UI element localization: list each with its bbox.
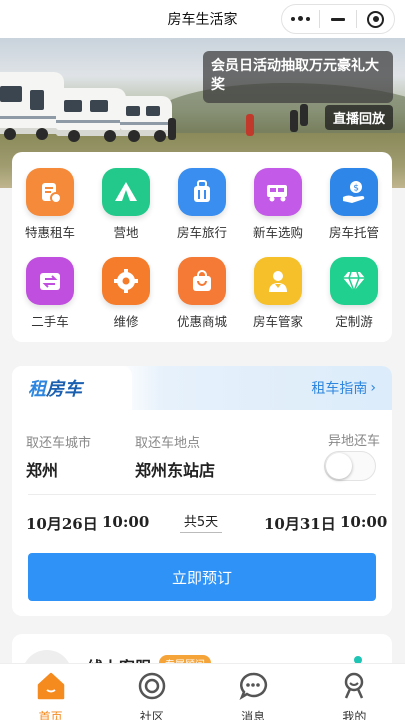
exchange-icon bbox=[26, 257, 74, 305]
tab-label: 我的 bbox=[342, 710, 367, 720]
category-label: 新车选购 bbox=[252, 225, 303, 240]
category-item[interactable]: 二手车 bbox=[12, 257, 88, 330]
minimize-icon bbox=[331, 17, 345, 21]
return-date[interactable]: 10月31日 bbox=[264, 513, 336, 534]
category-label: 营地 bbox=[113, 225, 139, 240]
category-item[interactable]: $ 房车托管 bbox=[316, 168, 392, 241]
tab-label: 消息 bbox=[241, 710, 266, 720]
gear-icon bbox=[102, 257, 150, 305]
chevron-right-icon: › bbox=[370, 380, 376, 396]
tab-label: 社区 bbox=[139, 710, 164, 720]
category-label: 定制游 bbox=[335, 314, 373, 329]
remote-return-toggle[interactable] bbox=[324, 451, 376, 481]
mini-program-capsule bbox=[281, 4, 395, 34]
pickup-location-value[interactable]: 郑州东站店 bbox=[135, 457, 215, 481]
category-label: 房车托管 bbox=[328, 225, 379, 240]
remote-return-label: 异地还车 bbox=[327, 434, 380, 449]
pickup-city-value[interactable]: 郑州 bbox=[26, 457, 58, 481]
page: 房车生活家 会员日活动抽取万元豪礼大奖 直播回放 特惠租车 营地 房车旅行 新车… bbox=[0, 0, 405, 720]
banner-rv-image bbox=[56, 88, 126, 142]
banner-rv-image bbox=[0, 72, 64, 140]
pickup-time[interactable]: 10:00 bbox=[102, 513, 149, 531]
return-time[interactable]: 10:00 bbox=[340, 513, 387, 531]
rv-cart-icon bbox=[254, 168, 302, 216]
pickup-date[interactable]: 10月26日 bbox=[26, 513, 98, 534]
svg-text:$: $ bbox=[353, 184, 359, 194]
category-label: 特惠租车 bbox=[24, 225, 75, 240]
shopping-bag-icon bbox=[178, 257, 226, 305]
category-item[interactable]: 特惠租车 bbox=[12, 168, 88, 241]
rent-divider bbox=[28, 494, 376, 495]
live-announcement: 会员日活动抽取万元豪礼大奖 bbox=[203, 51, 393, 103]
banner-person bbox=[168, 118, 176, 140]
camp-tent-icon bbox=[102, 168, 150, 216]
banner-person bbox=[246, 114, 254, 136]
tab-label: 首页 bbox=[38, 710, 63, 720]
tab-community[interactable]: 社区 bbox=[101, 664, 202, 720]
category-item[interactable]: 营地 bbox=[88, 168, 164, 241]
category-grid-card: 特惠租车 营地 房车旅行 新车选购 $ 房车托管二手车 维修 优惠商城 房车管家 定制游 bbox=[12, 152, 392, 342]
rent-title-part2: 房车 bbox=[46, 379, 82, 400]
rent-card-header: 租房车 租车指南 › bbox=[12, 366, 392, 410]
title-bar: 房车生活家 bbox=[0, 0, 405, 38]
live-replay-button[interactable]: 直播回放 bbox=[324, 105, 393, 130]
pickup-city-label: 取还车城市 bbox=[26, 436, 92, 451]
book-now-button[interactable]: 立即预订 bbox=[28, 553, 376, 601]
category-label: 二手车 bbox=[31, 314, 69, 329]
more-button[interactable] bbox=[282, 5, 319, 33]
tab-message[interactable]: 消息 bbox=[203, 664, 304, 720]
category-item[interactable]: 定制游 bbox=[316, 257, 392, 330]
community-icon bbox=[136, 670, 168, 706]
hand-coin-icon: $ bbox=[330, 168, 378, 216]
more-dots-icon bbox=[290, 16, 310, 22]
rent-rv-card: 租房车 租车指南 › 取还车城市 郑州 取还车地点 郑州东站店 异地还车 10月… bbox=[12, 366, 392, 616]
category-item[interactable]: 房车旅行 bbox=[164, 168, 240, 241]
close-target-icon bbox=[367, 10, 385, 28]
page-title: 房车生活家 bbox=[167, 12, 238, 28]
bottom-tab-bar: 首页 社区 消息 我的 bbox=[0, 663, 405, 720]
category-item[interactable]: 优惠商城 bbox=[164, 257, 240, 330]
tab-profile[interactable]: 我的 bbox=[304, 664, 405, 720]
rent-car-icon bbox=[26, 168, 74, 216]
home-icon bbox=[35, 670, 67, 706]
category-item[interactable]: 房车管家 bbox=[240, 257, 316, 330]
close-mini-program-button[interactable] bbox=[357, 5, 394, 33]
category-item[interactable]: 维修 bbox=[88, 257, 164, 330]
luggage-icon bbox=[178, 168, 226, 216]
butler-icon bbox=[254, 257, 302, 305]
category-label: 维修 bbox=[113, 314, 139, 329]
rent-guide-link[interactable]: 租车指南 › bbox=[311, 378, 376, 398]
message-icon bbox=[237, 670, 269, 706]
category-item[interactable]: 新车选购 bbox=[240, 168, 316, 241]
toggle-knob bbox=[326, 453, 352, 479]
category-grid: 特惠租车 营地 房车旅行 新车选购 $ 房车托管二手车 维修 优惠商城 房车管家 定制游 bbox=[12, 168, 392, 330]
banner-person bbox=[300, 104, 308, 126]
category-label: 房车旅行 bbox=[176, 225, 227, 240]
announcement-text: 会员日活动抽取万元豪礼大奖 bbox=[211, 58, 379, 93]
minimize-button[interactable] bbox=[320, 5, 357, 33]
category-label: 优惠商城 bbox=[176, 314, 227, 329]
banner-rv-image bbox=[120, 96, 172, 142]
pickup-location-label: 取还车地点 bbox=[135, 436, 201, 451]
diamond-icon bbox=[330, 257, 378, 305]
rental-duration: 共5天 bbox=[180, 511, 222, 533]
rent-card-title: 租房车 bbox=[28, 375, 82, 401]
rent-guide-label: 租车指南 bbox=[311, 381, 368, 397]
rent-title-part1: 租 bbox=[28, 379, 46, 400]
profile-icon bbox=[338, 670, 370, 706]
tab-home[interactable]: 首页 bbox=[0, 664, 101, 720]
category-label: 房车管家 bbox=[252, 314, 303, 329]
banner-person bbox=[290, 110, 298, 132]
